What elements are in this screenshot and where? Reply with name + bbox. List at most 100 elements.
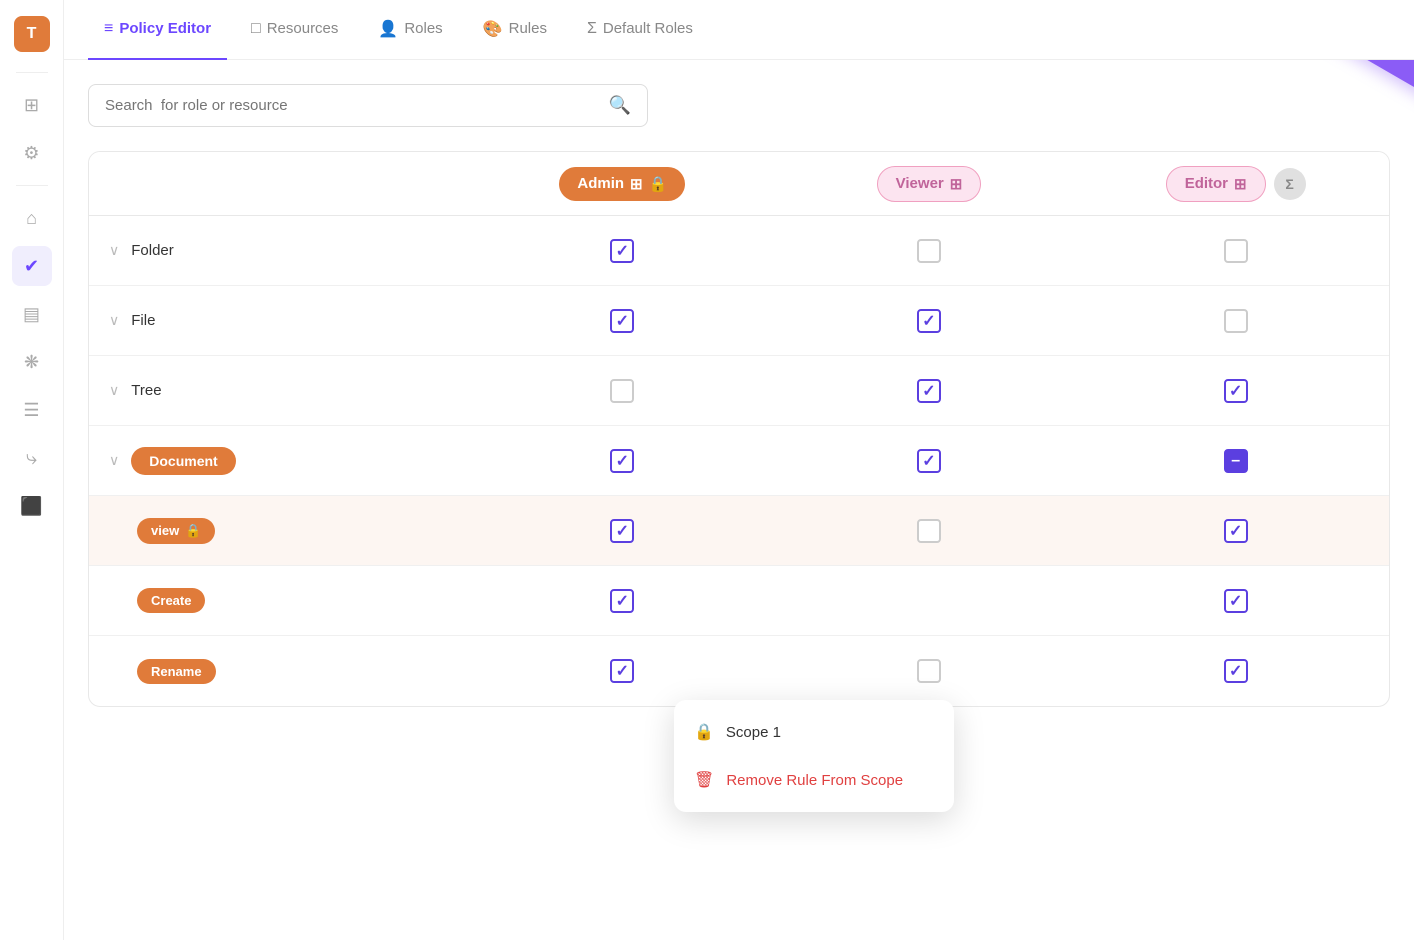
table-row-tree: ∨ Tree (89, 356, 1389, 426)
checkbox-document-admin[interactable] (610, 449, 634, 473)
admin-role-badge[interactable]: Admin ⊞ 🔒 (559, 167, 685, 201)
popup-remove-rule[interactable]: 🗑 Remove Rule From Scope (674, 756, 954, 804)
folder-resource-cell: ∨ Folder (89, 230, 469, 271)
viewer-grid-icon: ⊞ (950, 175, 963, 193)
header-admin-cell: Admin ⊞ 🔒 (469, 155, 776, 213)
checkbox-tree-admin[interactable] (610, 379, 634, 403)
document-admin-check[interactable] (469, 437, 776, 485)
admin-lock-icon: 🔒 (649, 175, 668, 193)
tree-resource-cell: ∨ Tree (89, 370, 469, 411)
policy-table: Admin ⊞ 🔒 Viewer ⊞ Editor ⊞ (88, 151, 1390, 707)
folder-admin-check[interactable] (469, 227, 776, 275)
folder-chevron[interactable]: ∨ (109, 242, 119, 259)
tab-rules[interactable]: 🎨 Rules (467, 0, 563, 60)
scope1-lock-icon: 🔒 (694, 722, 714, 742)
view-label: view (151, 523, 179, 538)
checkbox-rename-editor[interactable] (1224, 659, 1248, 683)
sidebar-item-home[interactable]: ⌂ (12, 198, 52, 238)
file-editor-check[interactable] (1082, 297, 1389, 345)
checkbox-create-editor[interactable] (1224, 589, 1248, 613)
tree-viewer-check[interactable] (776, 367, 1083, 415)
checkbox-view-admin[interactable] (610, 519, 634, 543)
document-resource-cell: ∨ Document (89, 435, 469, 487)
checkbox-file-editor[interactable] (1224, 309, 1248, 333)
tab-roles-label: Roles (404, 20, 442, 37)
avatar[interactable]: T (14, 16, 50, 52)
viewer-role-badge[interactable]: Viewer ⊞ (877, 166, 982, 202)
search-icon[interactable]: 🔍 (609, 95, 631, 116)
sidebar-item-terminal[interactable]: ⬛ (12, 486, 52, 526)
scope1-label: Scope 1 (726, 724, 781, 741)
checkbox-folder-editor[interactable] (1224, 239, 1248, 263)
checkbox-view-viewer[interactable] (917, 519, 941, 543)
rename-badge[interactable]: Rename (137, 659, 216, 684)
tab-default-roles-label: Default Roles (603, 20, 693, 37)
folder-editor-check[interactable] (1082, 227, 1389, 275)
create-badge[interactable]: Create (137, 588, 205, 613)
sidebar-item-document[interactable]: ☰ (12, 390, 52, 430)
resources-icon: □ (251, 20, 261, 38)
tab-roles[interactable]: 👤 Roles (362, 0, 458, 60)
search-bar: 🔍 (88, 84, 648, 127)
document-chevron[interactable]: ∨ (109, 452, 119, 469)
create-admin-check[interactable] (469, 577, 776, 625)
file-viewer-check[interactable] (776, 297, 1083, 345)
checkbox-file-admin[interactable] (610, 309, 634, 333)
checkbox-document-viewer[interactable] (917, 449, 941, 473)
view-lock-badge[interactable]: view 🔒 (137, 518, 215, 544)
checkbox-create-admin[interactable] (610, 589, 634, 613)
preview-banner: Conceptual PREVIEW Currently available O… (1079, 60, 1414, 104)
sigma-button[interactable]: Σ (1274, 168, 1306, 200)
checkbox-view-editor[interactable] (1224, 519, 1248, 543)
checkbox-folder-viewer[interactable] (917, 239, 941, 263)
view-editor-check[interactable] (1082, 507, 1389, 555)
sidebar-item-table[interactable]: ▤ (12, 294, 52, 334)
folder-label: Folder (131, 242, 174, 259)
admin-grid-icon: ⊞ (630, 175, 643, 193)
remove-rule-label: Remove Rule From Scope (726, 772, 903, 789)
file-chevron[interactable]: ∨ (109, 312, 119, 329)
rename-editor-check[interactable] (1082, 647, 1389, 695)
rename-admin-check[interactable] (469, 647, 776, 695)
view-viewer-check[interactable] (776, 507, 1083, 555)
document-editor-check[interactable] (1082, 437, 1389, 485)
tree-admin-check[interactable] (469, 367, 776, 415)
editor-role-badge[interactable]: Editor ⊞ (1166, 166, 1266, 202)
checkbox-rename-viewer[interactable] (917, 659, 941, 683)
tab-default-roles[interactable]: Σ Default Roles (571, 0, 709, 60)
checkbox-document-editor[interactable] (1224, 449, 1248, 473)
table-row-folder: ∨ Folder (89, 216, 1389, 286)
rename-viewer-check[interactable] (776, 647, 1083, 695)
policy-editor-icon: ≡ (104, 20, 113, 38)
folder-viewer-check[interactable] (776, 227, 1083, 275)
tree-editor-check[interactable] (1082, 367, 1389, 415)
remove-rule-icon: 🗑 (694, 770, 714, 790)
sidebar-item-modules[interactable]: ❋ (12, 342, 52, 382)
document-badge[interactable]: Document (131, 447, 235, 475)
view-admin-check[interactable] (469, 507, 776, 555)
sidebar-item-flow[interactable]: ⤷ (12, 438, 52, 478)
sidebar-item-grid[interactable]: ⊞ (12, 85, 52, 125)
file-admin-check[interactable] (469, 297, 776, 345)
checkbox-file-viewer[interactable] (917, 309, 941, 333)
rules-icon: 🎨 (483, 19, 503, 39)
tab-policy-editor[interactable]: ≡ Policy Editor (88, 0, 227, 60)
tab-policy-editor-label: Policy Editor (119, 20, 211, 37)
search-input[interactable] (105, 97, 609, 114)
rename-resource-cell: Rename (89, 647, 469, 696)
sidebar-item-checkmark[interactable]: ✔ (12, 246, 52, 286)
tree-chevron[interactable]: ∨ (109, 382, 119, 399)
create-viewer-check[interactable] (776, 589, 1083, 613)
checkbox-tree-viewer[interactable] (917, 379, 941, 403)
admin-label: Admin (577, 175, 624, 192)
checkbox-rename-admin[interactable] (610, 659, 634, 683)
checkbox-tree-editor[interactable] (1224, 379, 1248, 403)
sidebar-item-settings[interactable]: ⚙ (12, 133, 52, 173)
checkbox-folder-admin[interactable] (610, 239, 634, 263)
sidebar-divider-2 (16, 185, 48, 186)
create-editor-check[interactable] (1082, 577, 1389, 625)
popup-scope1[interactable]: 🔒 Scope 1 (674, 708, 954, 756)
tab-resources[interactable]: □ Resources (235, 0, 354, 60)
header-editor-cell: Editor ⊞ Σ (1082, 154, 1389, 214)
document-viewer-check[interactable] (776, 437, 1083, 485)
